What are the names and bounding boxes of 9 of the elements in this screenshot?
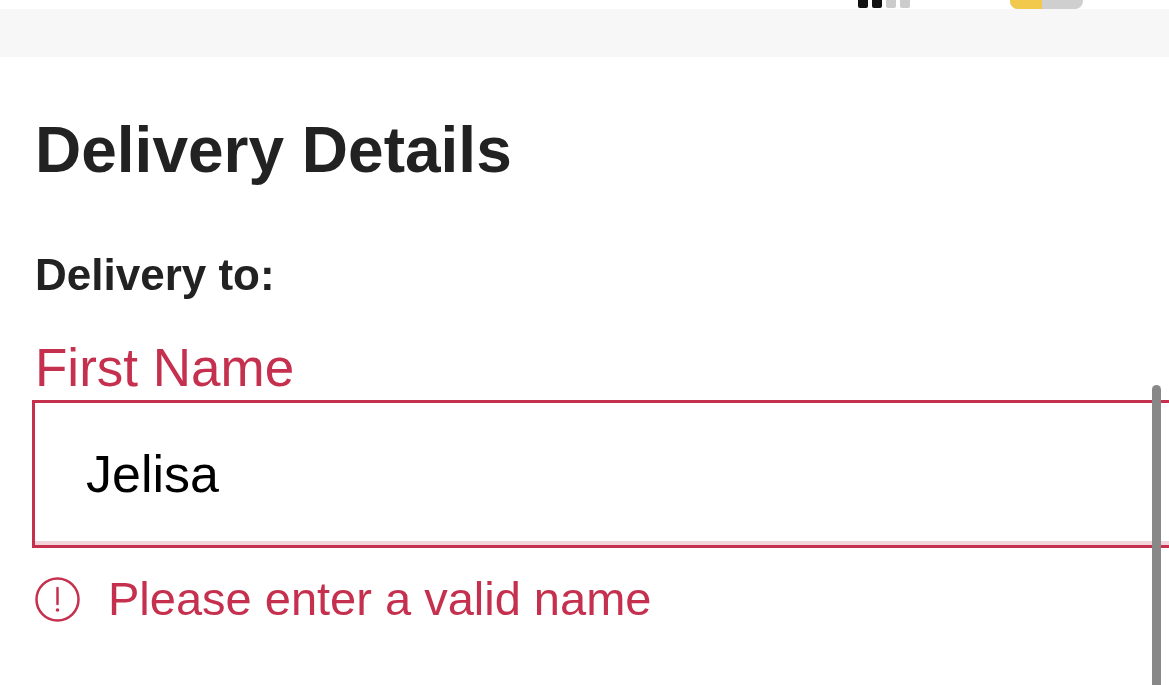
signal-icon [858, 0, 912, 8]
warning-icon [35, 576, 80, 622]
page-title: Delivery Details [35, 113, 512, 188]
first-name-input[interactable]: Jelisa [32, 400, 1169, 548]
section-label: Delivery to: [35, 250, 275, 300]
scrollbar[interactable] [1152, 385, 1161, 685]
field-label: First Name [35, 338, 295, 398]
error-message: Please enter a valid name [108, 572, 652, 626]
battery-icon [1010, 0, 1083, 9]
